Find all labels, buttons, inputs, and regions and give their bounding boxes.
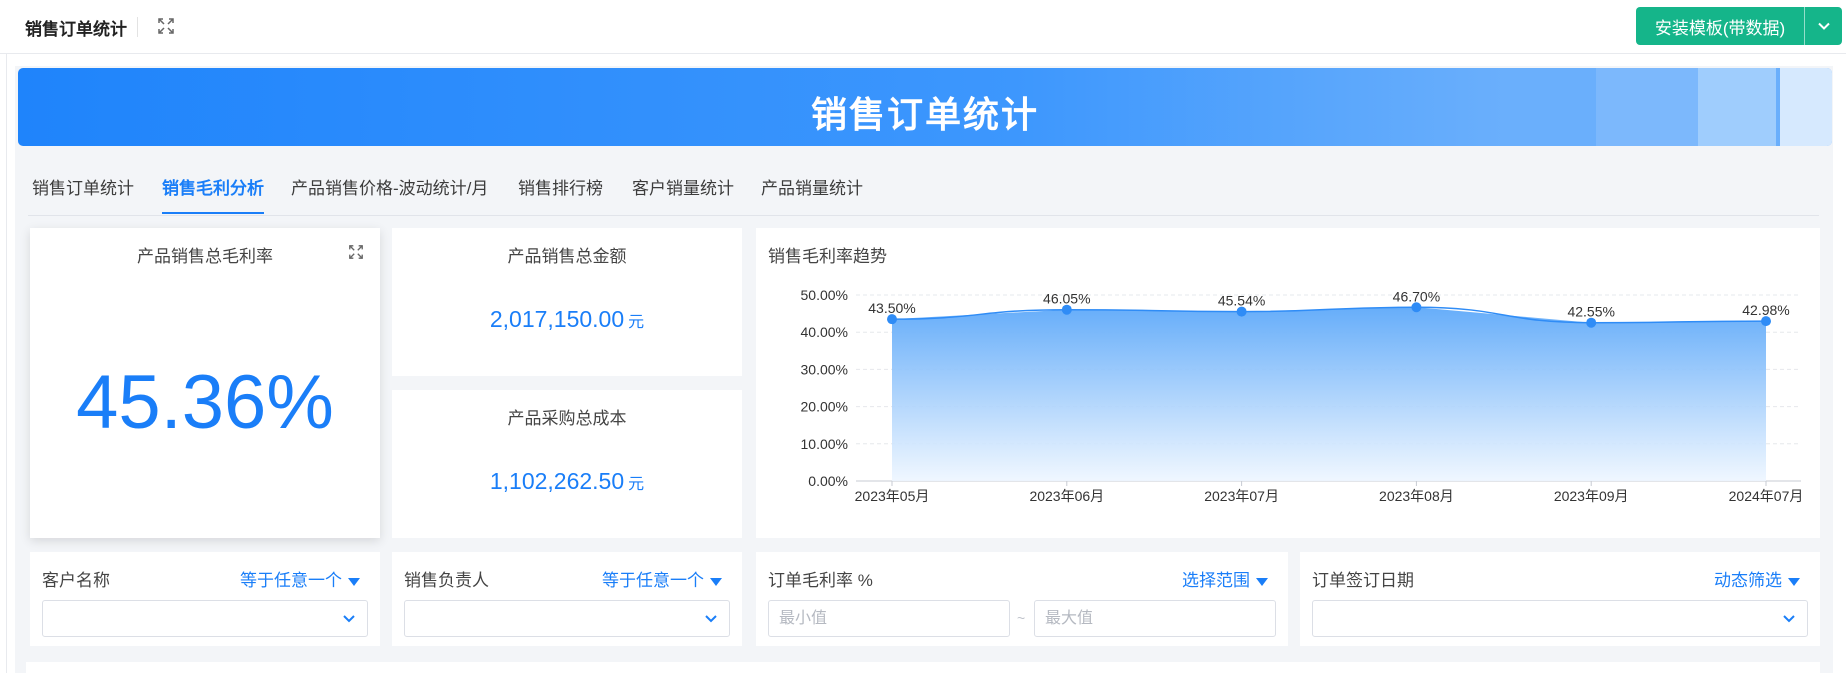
trend-chart-card: 销售毛利率趋势 0.00% 10.00% 20.00% 30.00% 40.00% 50.… bbox=[756, 228, 1820, 538]
filter-label: 客户名称 bbox=[42, 571, 110, 590]
x-tick-label: 2023年09月 bbox=[1554, 488, 1629, 504]
x-tick-label: 2023年08月 bbox=[1379, 488, 1454, 504]
tab-product-sales[interactable]: 产品销量统计 bbox=[761, 174, 863, 214]
caret-down-icon bbox=[348, 577, 360, 586]
x-tick-label: 2024年07月 bbox=[1729, 488, 1804, 504]
kpi-value: 45.36% bbox=[76, 360, 334, 445]
filter-mode-label: 等于任意一个 bbox=[602, 571, 704, 590]
data-label: 43.50% bbox=[868, 300, 915, 316]
install-template-label: 安装模板(带数据) bbox=[1654, 18, 1786, 38]
tab-sales-ranking[interactable]: 销售排行榜 bbox=[518, 174, 603, 214]
filter-owner: 销售负责人 等于任意一个 bbox=[392, 552, 742, 646]
filter-mode-label: 动态筛选 bbox=[1714, 571, 1782, 590]
y-tick-label: 0.00% bbox=[808, 473, 848, 489]
kpi-title: 产品销售总金额 bbox=[507, 247, 627, 266]
app-title: 销售订单统计 bbox=[25, 20, 127, 39]
chevron-down-icon[interactable] bbox=[1805, 19, 1842, 33]
filter-date: 订单签订日期 动态筛选 bbox=[1300, 552, 1820, 646]
kpi-value: 1,102,262.50 bbox=[489, 468, 625, 494]
margin-min-input[interactable] bbox=[768, 600, 1010, 637]
caret-down-icon bbox=[710, 577, 722, 586]
fullscreen-icon[interactable] bbox=[157, 17, 175, 35]
data-label: 42.55% bbox=[1567, 304, 1614, 320]
banner-title: 销售订单统计 bbox=[810, 94, 1039, 135]
series-area bbox=[892, 307, 1766, 481]
install-template-button[interactable]: 安装模板(带数据) bbox=[1636, 7, 1842, 45]
kpi-value: 2,017,150.00 bbox=[489, 306, 625, 332]
filter-mode-dropdown[interactable]: 等于任意一个 bbox=[240, 566, 360, 591]
next-card-edge bbox=[26, 662, 1820, 673]
data-label: 45.54% bbox=[1218, 293, 1265, 309]
kpi-value-row: 2,017,150.00 元 bbox=[392, 306, 742, 333]
kpi-value-row: 1,102,262.50 元 bbox=[392, 468, 742, 495]
data-label: 46.05% bbox=[1043, 291, 1090, 307]
left-border bbox=[6, 0, 7, 673]
tab-gross-margin-analysis[interactable]: 销售毛利分析 bbox=[162, 174, 264, 214]
kpi-unit: 元 bbox=[628, 476, 645, 493]
data-label: 46.70% bbox=[1393, 288, 1440, 304]
caret-down-icon bbox=[1788, 577, 1800, 586]
filter-customer: 客户名称 等于任意一个 bbox=[30, 552, 380, 646]
kpi-card-total-cost: 产品采购总成本 1,102,262.50 元 bbox=[392, 390, 742, 538]
data-label: 42.98% bbox=[1742, 302, 1789, 318]
kpi-title: 产品采购总成本 bbox=[507, 409, 627, 428]
y-tick-label: 50.00% bbox=[801, 287, 848, 303]
filter-mode-dropdown[interactable]: 等于任意一个 bbox=[602, 566, 722, 591]
kpi-unit: 元 bbox=[628, 314, 645, 331]
y-tick-label: 20.00% bbox=[801, 399, 848, 415]
y-tick-label: 40.00% bbox=[801, 324, 848, 340]
expand-icon[interactable] bbox=[348, 244, 364, 260]
title-divider bbox=[137, 17, 138, 37]
range-separator: ~ bbox=[1017, 610, 1026, 626]
tab-customer-sales[interactable]: 客户销量统计 bbox=[632, 174, 734, 214]
kpi-card-total-sales: 产品销售总金额 2,017,150.00 元 bbox=[392, 228, 742, 376]
chevron-down-icon bbox=[705, 615, 717, 623]
chevron-down-icon bbox=[343, 615, 355, 623]
x-tick-label: 2023年07月 bbox=[1204, 488, 1279, 504]
tab-bar: 销售订单统计 销售毛利分析 产品销售价格-波动统计/月 销售排行榜 客户销量统计… bbox=[28, 160, 1819, 216]
trend-chart: 0.00% 10.00% 20.00% 30.00% 40.00% 50.00% 43.50… bbox=[801, 287, 1804, 504]
tab-price-fluctuation[interactable]: 产品销售价格-波动统计/月 bbox=[291, 174, 488, 214]
tab-sales-order-stats[interactable]: 销售订单统计 bbox=[32, 174, 134, 214]
owner-select[interactable] bbox=[404, 600, 730, 637]
margin-max-input[interactable] bbox=[1034, 600, 1276, 637]
filter-mode-dropdown[interactable]: 动态筛选 bbox=[1714, 566, 1800, 591]
caret-down-icon bbox=[1256, 577, 1268, 586]
filter-margin: 订单毛利率 % 选择范围 ~ bbox=[756, 552, 1288, 646]
filter-mode-label: 等于任意一个 bbox=[240, 571, 342, 590]
filter-label: 订单毛利率 % bbox=[768, 571, 873, 590]
banner: 销售订单统计 bbox=[18, 68, 1832, 146]
x-tick-label: 2023年06月 bbox=[1029, 488, 1104, 504]
filter-mode-dropdown[interactable]: 选择范围 bbox=[1182, 566, 1268, 591]
x-tick-label: 2023年05月 bbox=[855, 488, 930, 504]
date-select[interactable] bbox=[1312, 600, 1808, 637]
kpi-card-gross-margin: 产品销售总毛利率 45.36% bbox=[30, 228, 380, 538]
kpi-title: 产品销售总毛利率 bbox=[137, 247, 273, 266]
filter-label: 订单签订日期 bbox=[1312, 571, 1414, 590]
y-tick-label: 30.00% bbox=[801, 361, 848, 377]
filter-mode-label: 选择范围 bbox=[1182, 571, 1250, 590]
filter-label: 销售负责人 bbox=[404, 571, 489, 590]
top-bar: 销售订单统计 安装模板(带数据) bbox=[0, 0, 1846, 54]
y-tick-label: 10.00% bbox=[801, 436, 848, 452]
customer-select[interactable] bbox=[42, 600, 368, 637]
chevron-down-icon bbox=[1783, 615, 1795, 623]
